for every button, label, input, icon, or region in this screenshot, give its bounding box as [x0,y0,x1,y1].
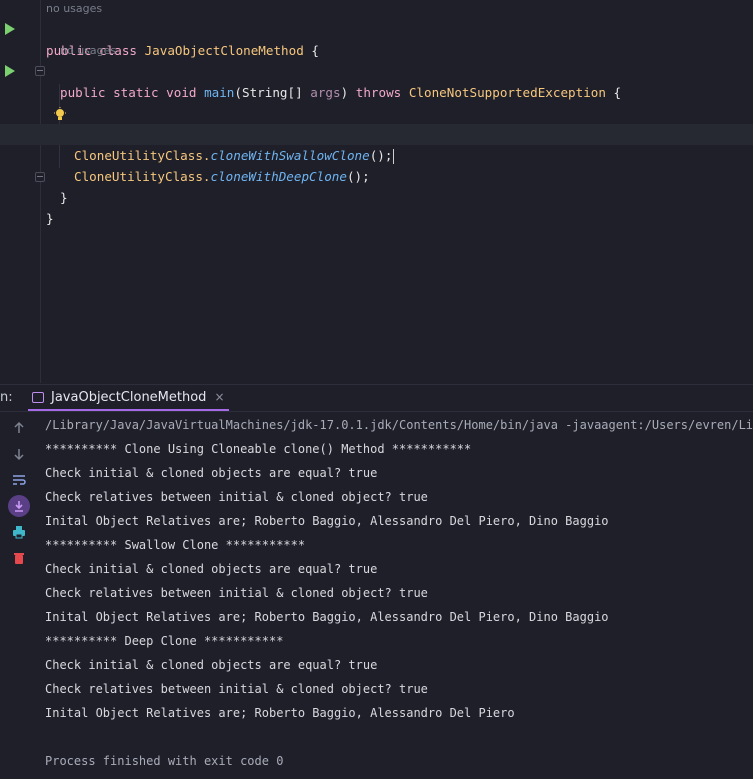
console-line: Check relatives between initial & cloned… [45,586,428,600]
punctuation: { [303,43,319,58]
console-line: ********** Clone Using Cloneable clone()… [45,442,472,456]
usage-hint[interactable]: no usages [46,2,102,16]
code-line-close-class: } [0,187,753,226]
console-line: Check initial & cloned objects are equal… [45,466,378,480]
console-line: Check initial & cloned objects are equal… [45,562,378,576]
code-line-call-3: CloneUtilityClass.cloneWithDeepClone(); [0,145,753,184]
punctuation: (String[] [234,85,311,100]
class-name: JavaObjectCloneMethod [144,43,304,58]
tool-window-title: n: [0,390,13,405]
console-line: Inital Object Relatives are; Roberto Bag… [45,706,515,720]
scroll-up-icon [14,421,24,433]
console-line: Process finished with exit code 0 [45,754,284,768]
keyword: throws [355,85,409,100]
trash-icon [14,553,24,564]
punctuation: ) [340,85,356,100]
console-line: ********** Swallow Clone *********** [45,538,306,552]
console-line: Check relatives between initial & cloned… [45,490,428,504]
run-tab-bar: n: JavaObjectCloneMethod × [0,385,753,412]
tab-label: JavaObjectCloneMethod [51,389,207,405]
punctuation: { [605,85,622,100]
run-toolbar [0,413,38,779]
scroll-down-icon [14,449,24,461]
soft-wrap-button[interactable] [8,469,30,491]
code-line-call-1: CloneUtilityClass.cloneWithCloneableClon… [0,103,753,142]
console-output[interactable]: /Library/Java/JavaVirtualMachines/jdk-17… [45,413,753,773]
console-line: ********** Deep Clone *********** [45,634,284,648]
soft-wrap-icon [13,475,26,485]
scroll-to-end-icon [15,501,23,512]
tab-run-config[interactable]: JavaObjectCloneMethod × [28,385,229,411]
scroll-up-button[interactable] [8,417,30,439]
exception-class: CloneNotSupportedException [408,85,606,100]
run-panel: n: JavaObjectCloneMethod × /Library/Java… [0,384,753,779]
code-line-main-decl: public static void main(String[] args) t… [0,61,753,100]
parameter: args [310,85,341,100]
usage-hint[interactable]: no usages [60,44,116,58]
method-name: main [204,85,235,100]
keyword: public static void [60,85,205,100]
clear-console-button[interactable] [8,547,30,569]
print-button[interactable] [8,521,30,543]
console-line: Inital Object Relatives are; Roberto Bag… [45,514,609,528]
code-line-class-decl: public class JavaObjectCloneMethod { [0,19,753,58]
console-tab-icon [32,391,44,403]
code-line-close-method: } [0,166,753,205]
scroll-to-end-button[interactable] [8,495,30,517]
print-icon [13,526,25,539]
code-line-call-2: CloneUtilityClass.cloneWithSwallowClone(… [0,124,753,164]
close-icon[interactable]: × [214,390,224,404]
console-line: Inital Object Relatives are; Roberto Bag… [45,610,609,624]
console-line: Check initial & cloned objects are equal… [45,658,378,672]
code-editor[interactable]: no usages public class JavaObjectCloneMe… [0,0,753,383]
console-line: /Library/Java/JavaVirtualMachines/jdk-17… [45,418,753,432]
console-line: Check relatives between initial & cloned… [45,682,428,696]
scroll-down-button[interactable] [8,443,30,465]
punctuation: } [46,211,54,226]
